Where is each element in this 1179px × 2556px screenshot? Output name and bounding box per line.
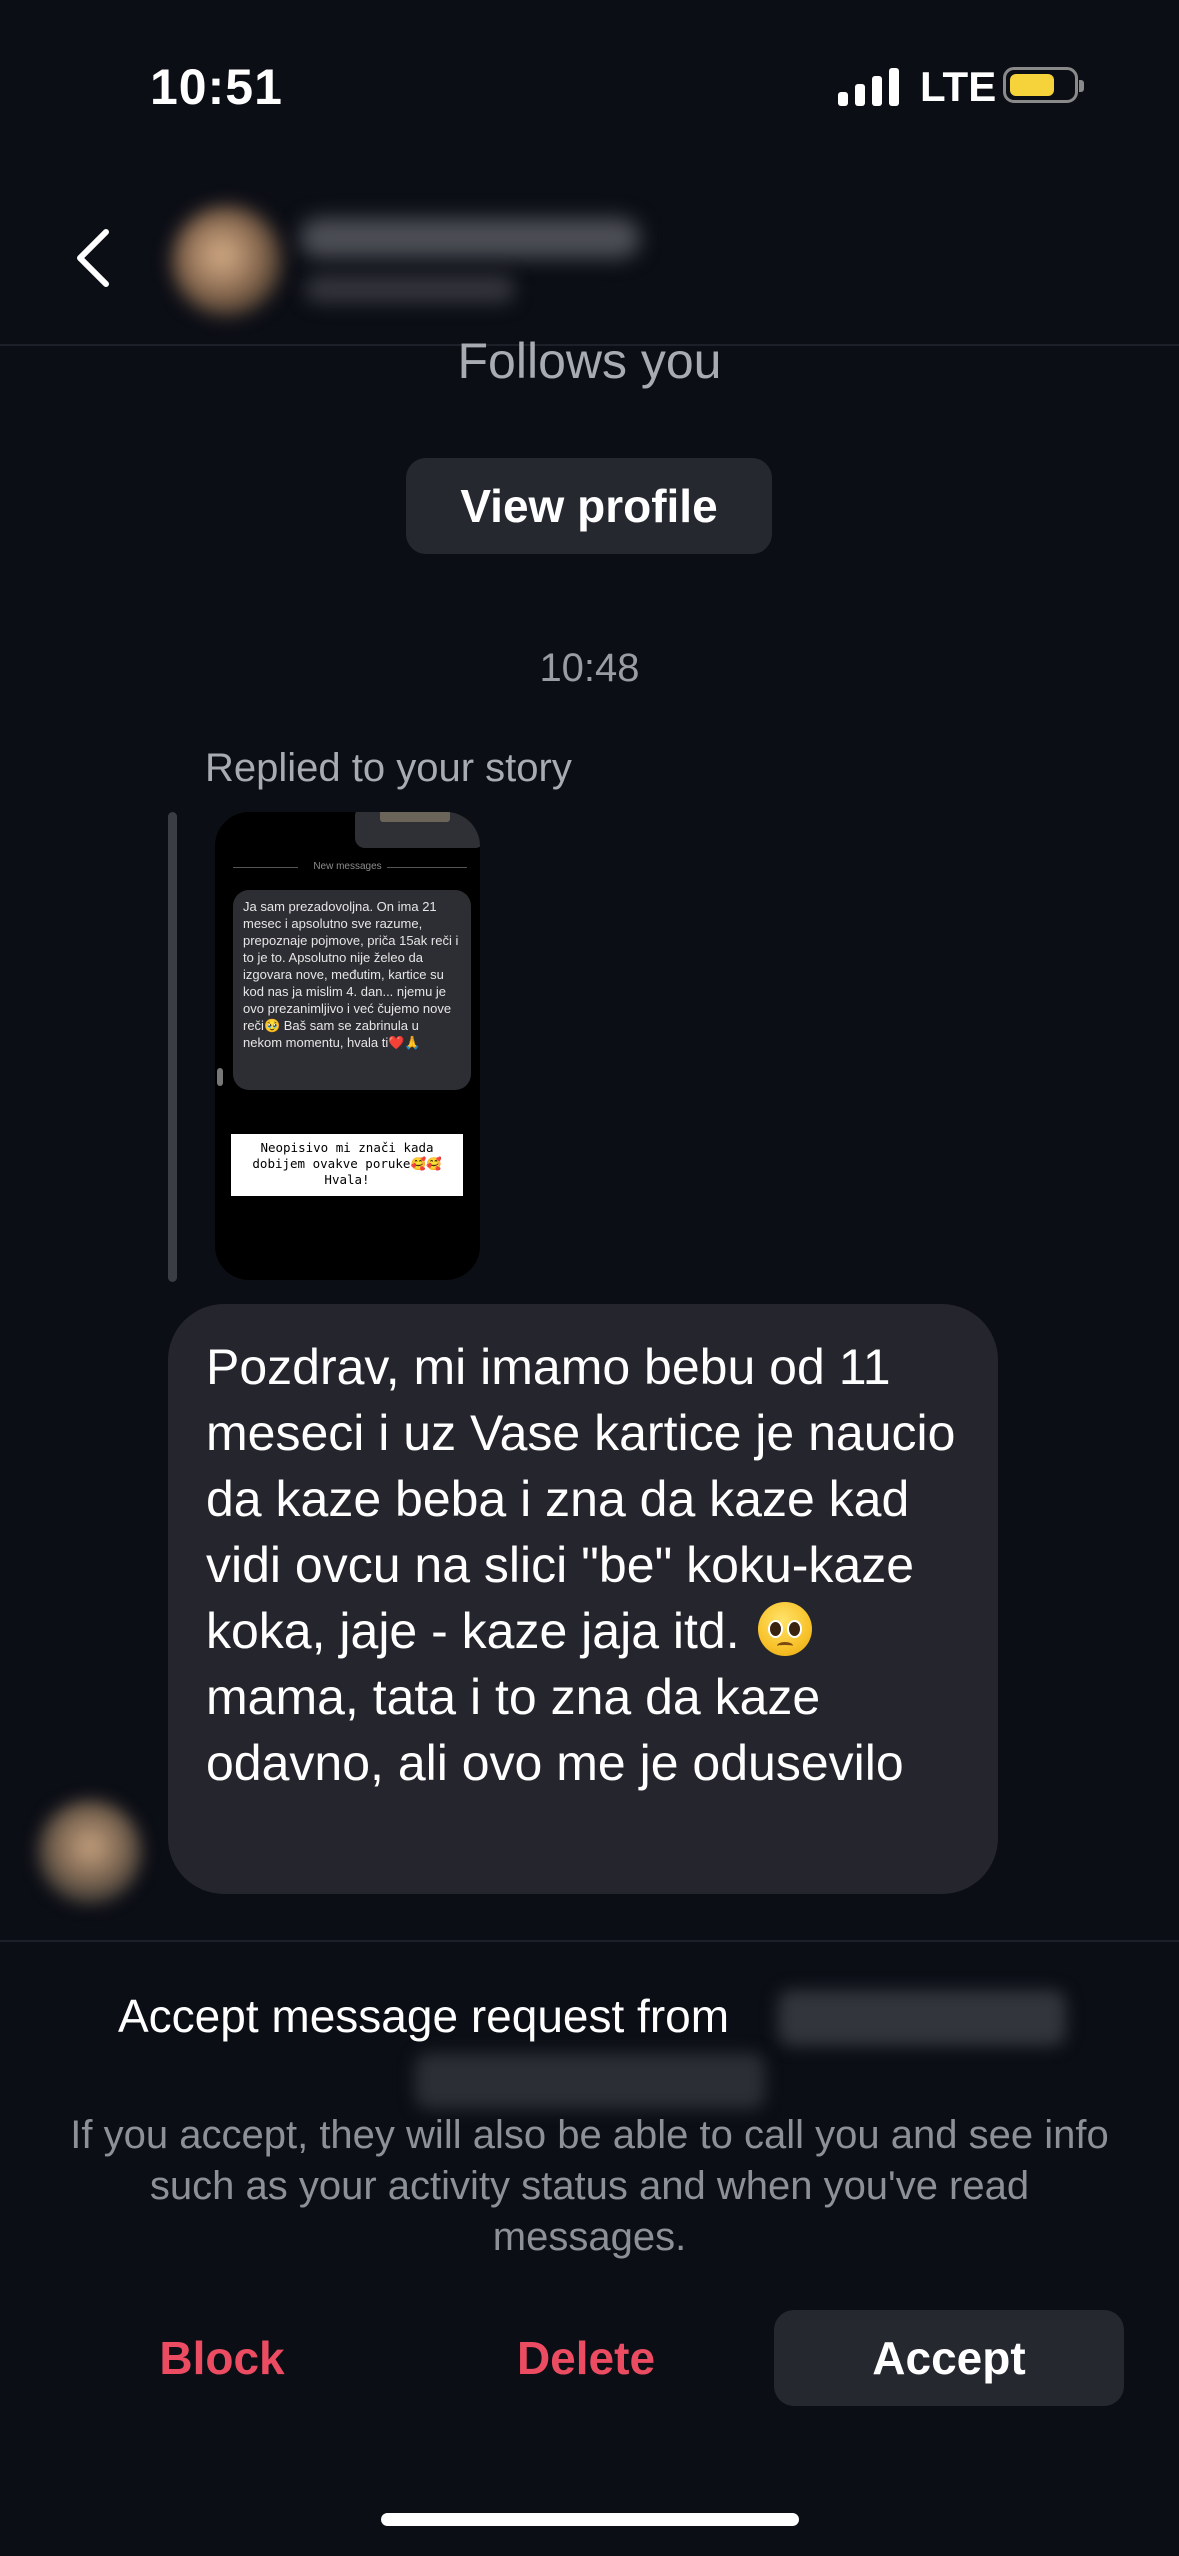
accept-button[interactable]: Accept xyxy=(774,2310,1124,2406)
status-time: 10:51 xyxy=(150,59,283,115)
requester-handle-blurred xyxy=(415,2053,765,2109)
chevron-left-icon xyxy=(77,229,109,287)
story-new-messages-label: New messages xyxy=(313,861,382,872)
replied-to-story-label: Replied to your story xyxy=(205,746,572,790)
requester-name-blurred xyxy=(778,1990,1066,2046)
back-button[interactable] xyxy=(72,228,114,288)
pleading-face-icon xyxy=(757,1602,812,1656)
delete-button[interactable]: Delete xyxy=(436,2310,736,2406)
cellular-signal-icon xyxy=(838,66,899,106)
story-handle xyxy=(217,1068,223,1086)
header-avatar[interactable] xyxy=(172,206,282,316)
story-quoted-message: Ja sam prezadovoljna. On ima 21 mesec i … xyxy=(233,890,471,1090)
story-reply-bar xyxy=(168,812,177,1282)
story-caption: Neopisivo mi znači kada dobijem ovakve p… xyxy=(231,1134,463,1196)
request-info-text: If you accept, they will also be able to… xyxy=(70,2113,1109,2259)
story-image-fragment xyxy=(355,812,480,848)
accept-request-prompt: Accept message request from xyxy=(118,1990,730,2042)
request-divider xyxy=(0,1940,1179,1942)
header-username-blurred[interactable] xyxy=(300,218,640,258)
block-button[interactable]: Block xyxy=(72,2310,372,2406)
sender-avatar[interactable] xyxy=(38,1800,142,1904)
message-text-part1: Pozdrav, mi imamo bebu od 11 meseci i uz… xyxy=(206,1339,956,1659)
follows-you-label: Follows you xyxy=(457,333,722,389)
header-subtitle-blurred xyxy=(305,275,515,303)
network-type: LTE xyxy=(920,63,997,110)
message-timestamp: 10:48 xyxy=(539,646,640,690)
home-indicator[interactable] xyxy=(381,2513,799,2526)
message-text-part2: mama, tata i to zna da kaze odavno, ali … xyxy=(206,1669,904,1791)
battery-icon xyxy=(1003,67,1084,103)
view-profile-button[interactable]: View profile xyxy=(406,458,772,554)
message-bubble[interactable]: Pozdrav, mi imamo bebu od 11 meseci i uz… xyxy=(168,1304,998,1894)
story-preview[interactable]: New messages Ja sam prezadovoljna. On im… xyxy=(215,812,480,1280)
